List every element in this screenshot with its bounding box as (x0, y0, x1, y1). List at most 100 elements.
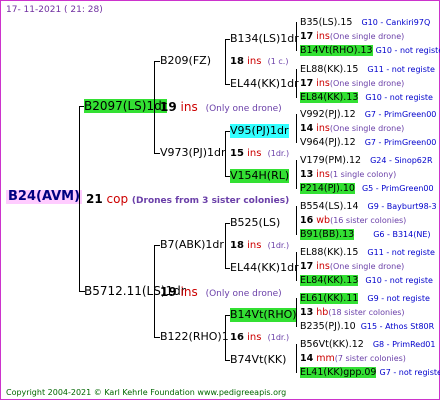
gen4-queen-8b[interactable]: EL41(KK)gpp.09 G7 - not registe (300, 366, 440, 380)
gen4-queen-8a[interactable]: B56Vt(KK).12 G8 - PrimRed01 (300, 338, 435, 352)
gen4-connector (296, 252, 297, 281)
gen4-mating-5: 16 wb(16 sister colonies) (300, 214, 406, 228)
gen2-queen-3[interactable]: B7(ABK)1dr (160, 238, 224, 252)
gen4-queen-4b[interactable]: P214(PJ).10 G5 - PrimGreen00 (300, 182, 434, 196)
gen4-queen-3b[interactable]: V964(PJ).12 G7 - PrimGreen00 (300, 136, 436, 150)
gen3-queen-6[interactable]: EL44(KK)1dr (230, 261, 299, 275)
gen2-queen-4[interactable]: B122(RHO)1 (160, 330, 229, 344)
gen2-connector-2 (154, 245, 155, 338)
gen3-connector (225, 39, 226, 85)
drone-count: 18 (230, 56, 244, 67)
drone-count: 14 (300, 353, 314, 364)
note: (7 sister colonies) (334, 354, 406, 363)
unit: ins (247, 56, 262, 67)
gen4-queen-3a[interactable]: V992(PJ).12 G7 - PrimGreen00 (300, 108, 436, 122)
note: (1dr.) (267, 149, 290, 158)
queen-label: EL88(KK).15 (300, 247, 359, 258)
gen4-queen-2a[interactable]: EL88(KK).15 G11 - not registe (300, 63, 435, 77)
footer-copyright: Copyright 2004-2021 © Karl Kehrle Founda… (6, 388, 287, 397)
queen-label: EL61(KK).11 (300, 293, 359, 304)
root-unit: cop (106, 192, 129, 206)
gen4-mating-4: 13 ins(1 single colony) (300, 168, 396, 182)
origin-note: G7 - not registe (379, 368, 440, 377)
gen4-mating-3: 14 ins(One single drone) (300, 122, 404, 136)
gen4-mating-1: 17 ins(One single drone) (300, 30, 404, 44)
gen4-queen-6b[interactable]: EL84(KK).13 G10 - not registe (300, 274, 433, 288)
gen4-queen-1a[interactable]: B35(LS).15 G10 - Cankiri97Q (300, 16, 430, 30)
gen2-queen-1[interactable]: B209(FZ) (160, 54, 211, 68)
drone-count: 16 (300, 215, 314, 226)
note: (1 single colony) (329, 170, 397, 179)
origin-note: G15 - Athos St80R (360, 322, 435, 331)
drone-count: 19 (160, 100, 177, 114)
gen4-connector (296, 160, 297, 189)
drone-count: 14 (300, 123, 314, 134)
queen-label: EL84(KK).13 (300, 275, 359, 286)
gen2-connector-1 (154, 61, 155, 154)
note: (One single drone) (329, 124, 405, 133)
note: (1 c.) (267, 57, 289, 66)
origin-note: G24 - Sinop62R (370, 156, 433, 165)
gen4-connector (296, 206, 297, 235)
note: (One single drone) (329, 32, 405, 41)
unit: mm (316, 353, 335, 364)
timestamp: 17- 11-2021 ( 21: 28) (6, 5, 103, 15)
gen4-queen-5b[interactable]: B91(BB).13 G6 - B314(NE) (300, 228, 431, 242)
unit: wb (316, 215, 331, 226)
root-mating: 21 cop (Drones from 3 sister colonies) (86, 192, 289, 208)
gen3-queen-8[interactable]: B74Vt(KK) (230, 353, 286, 367)
gen4-mating-2: 17 ins(One single drone) (300, 77, 404, 91)
drone-count: 19 (160, 285, 177, 299)
origin-note: G9 - Bayburt98-3 (367, 202, 437, 211)
drone-count: 13 (300, 307, 314, 318)
gen3-queen-5[interactable]: B525(LS) (230, 216, 280, 230)
drone-count: 18 (230, 240, 244, 251)
gen4-queen-2b[interactable]: EL84(KK).13 G10 - not registe (300, 91, 433, 105)
unit: ins (247, 332, 262, 343)
origin-note: G7 - PrimGreen00 (364, 138, 437, 147)
gen4-queen-1b[interactable]: B14Vt(RHO).13 G10 - not registe (300, 44, 440, 58)
queen-label: B14Vt(RHO).13 (300, 45, 373, 56)
root-queen[interactable]: B24(AVM) (6, 190, 83, 204)
origin-note: G8 - PrimRed01 (372, 340, 436, 349)
gen3-queen-7[interactable]: B14Vt(RHO) (230, 308, 297, 322)
queen-label: V179(PM).12 (300, 155, 362, 166)
origin-note: G10 - not registe (365, 93, 433, 102)
gen4-mating-8: 14 mm(7 sister colonies) (300, 352, 406, 366)
root-note: (Drones from 3 sister colonies) (131, 196, 290, 206)
gen4-connector (296, 22, 297, 51)
queen-label: B235(PJ).10 (300, 321, 356, 332)
gen4-queen-4a[interactable]: V179(PM).12 G24 - Sinop62R (300, 154, 433, 168)
unit: ins (180, 100, 198, 114)
queen-label: EL84(KK).13 (300, 92, 359, 103)
gen4-queen-7b[interactable]: B235(PJ).10 G15 - Athos St80R (300, 320, 434, 334)
gen4-queen-7a[interactable]: EL61(KK).11 G9 - not registe (300, 292, 430, 306)
gen3-connector (225, 223, 226, 269)
queen-label: B554(LS).14 (300, 201, 359, 212)
queen-label: B91(BB).13 (300, 229, 355, 240)
origin-note: G10 - not registe (365, 276, 433, 285)
gen3-connector (225, 131, 226, 177)
gen3-queen-1[interactable]: B134(LS)1dr (230, 32, 299, 46)
gen4-connector (296, 344, 297, 373)
gen3-queen-4[interactable]: V154H(RL) (230, 169, 290, 183)
unit: ins (316, 123, 330, 134)
gen4-queen-6a[interactable]: EL88(KK).15 G11 - not registe (300, 246, 435, 260)
note: (18 sister colonies) (328, 308, 405, 317)
origin-note: G5 - PrimGreen00 (361, 184, 434, 193)
gen1-connector (79, 106, 80, 292)
gen2-queen-2[interactable]: V973(PJ)1dr (160, 146, 225, 160)
gen4-queen-5a[interactable]: B554(LS).14 G9 - Bayburt98-3 (300, 200, 437, 214)
unit: hb (316, 307, 329, 318)
gen2-mating-4: 16 ins (1dr.) (230, 331, 289, 345)
gen3-queen-3[interactable]: V95(PJ)1dr (230, 124, 289, 138)
origin-note: G9 - not registe (367, 294, 430, 303)
gen4-connector (296, 114, 297, 143)
note: (Only one drone) (205, 104, 282, 114)
gen4-connector (296, 298, 297, 327)
unit: ins (247, 148, 262, 159)
note: (One single drone) (329, 262, 405, 271)
gen3-queen-2[interactable]: EL44(KK)1dr (230, 77, 299, 91)
gen1-mating-2: 19 ins (Only one drone) (160, 285, 282, 301)
gen4-connector (296, 69, 297, 98)
